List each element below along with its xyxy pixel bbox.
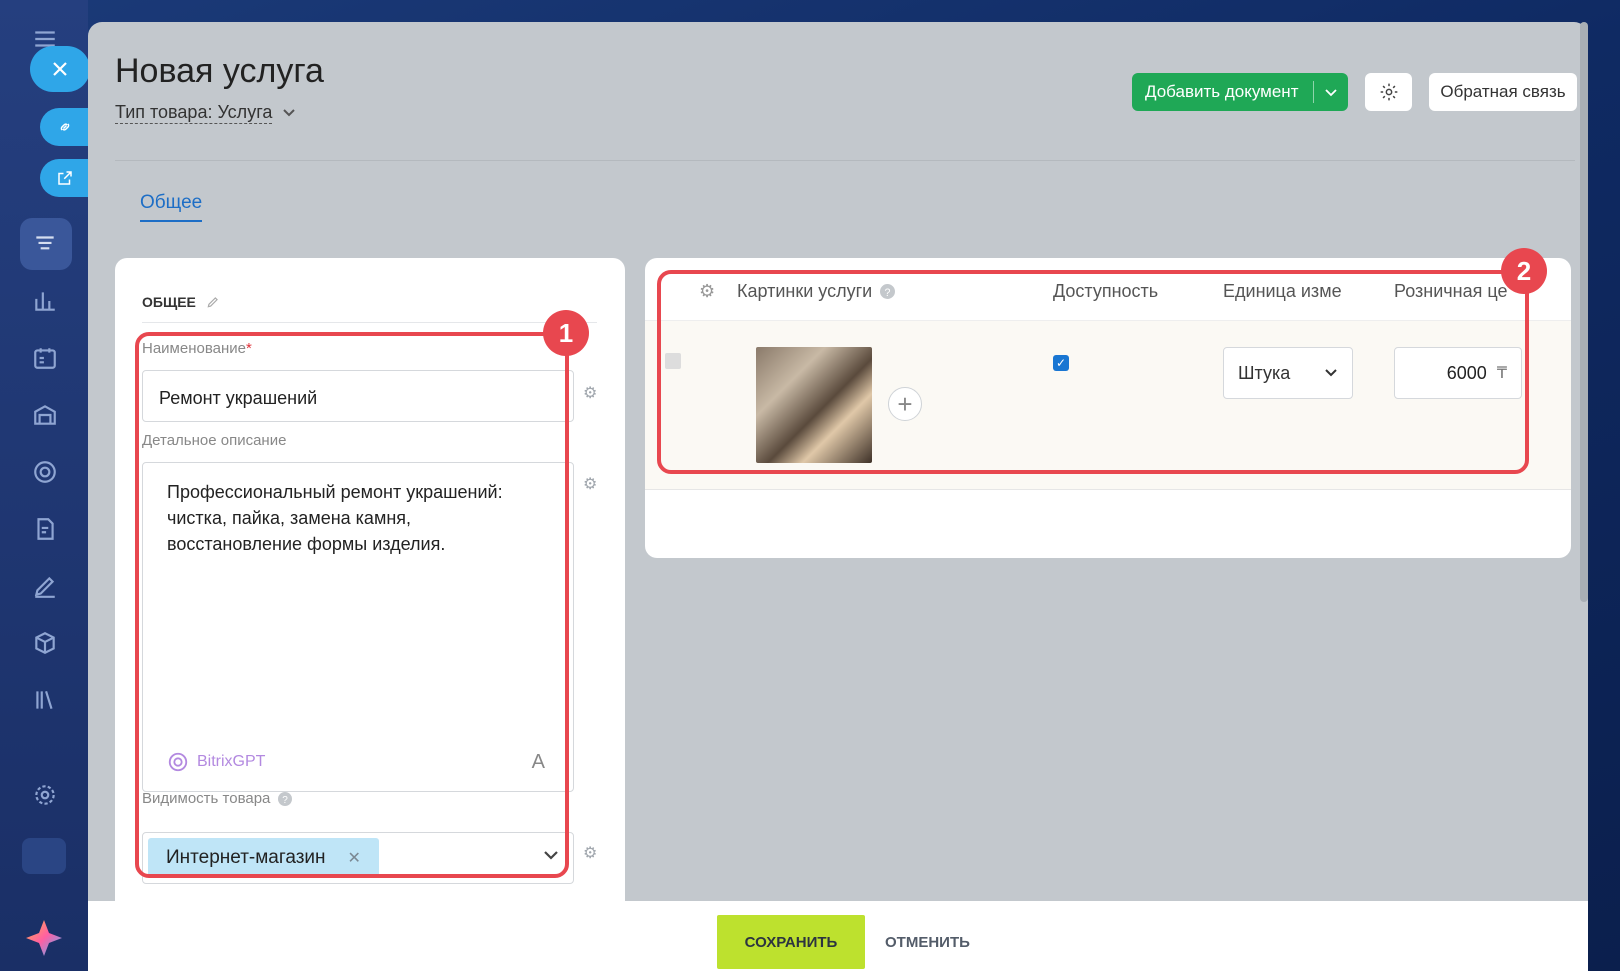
annotation-badge-2: 2 <box>1501 248 1547 294</box>
variations-card: ⚙ Картинки услуги ? Доступность Единица … <box>645 248 1571 558</box>
annotation-badge-1: 1 <box>543 310 589 356</box>
field-settings-icon[interactable]: ⚙ <box>583 843 597 863</box>
field-settings-icon[interactable]: ⚙ <box>583 383 597 403</box>
general-card: ОБЩЕЕ Наименование* Ремонт украшений ⚙ Д… <box>115 258 625 958</box>
close-slider-button[interactable] <box>30 46 90 92</box>
target-icon[interactable] <box>30 457 60 487</box>
document-icon[interactable] <box>30 514 60 544</box>
save-button[interactable]: СОХРАНИТЬ <box>717 915 865 969</box>
settings-button[interactable] <box>1365 73 1412 111</box>
sign-icon[interactable] <box>30 571 60 601</box>
product-type-label: Тип товара: Услуга <box>115 102 273 124</box>
product-type-selector[interactable]: Тип товара: Услуга <box>115 102 296 124</box>
copy-link-button[interactable] <box>40 108 90 146</box>
feedback-button[interactable]: Обратная связь <box>1429 73 1577 111</box>
analytics-icon[interactable] <box>30 286 60 316</box>
section-title: ОБЩЕЕ <box>142 294 196 310</box>
catalog-icon[interactable] <box>30 229 60 259</box>
app-icon[interactable] <box>22 838 66 874</box>
library-icon[interactable] <box>30 685 60 715</box>
footer-bar: СОХРАНИТЬ ОТМЕНИТЬ <box>88 901 1588 971</box>
add-document-dropdown[interactable] <box>1314 84 1348 100</box>
section-header: ОБЩЕЕ <box>142 294 220 310</box>
field-settings-icon[interactable]: ⚙ <box>583 474 597 494</box>
highlight-box-1 <box>135 332 569 878</box>
section-divider <box>142 322 597 323</box>
chevron-down-icon <box>283 109 296 117</box>
box-icon[interactable] <box>30 628 60 658</box>
cancel-button[interactable]: ОТМЕНИТЬ <box>885 915 970 969</box>
chevron-down-icon <box>1325 89 1337 97</box>
close-icon <box>53 62 67 76</box>
scrollbar[interactable] <box>1580 22 1588 602</box>
settings-icon[interactable] <box>30 780 60 810</box>
warehouse-icon[interactable] <box>30 400 60 430</box>
calendar-icon[interactable] <box>30 343 60 373</box>
add-document-label: Добавить документ <box>1145 82 1299 101</box>
header-divider <box>115 160 1575 161</box>
highlight-box-2 <box>657 270 1529 474</box>
external-link-icon <box>58 171 72 185</box>
product-slider-panel: Новая услуга Тип товара: Услуга Добавить… <box>88 22 1588 971</box>
copilot-icon[interactable] <box>24 918 64 958</box>
link-icon <box>60 123 70 131</box>
add-document-button[interactable]: Добавить документ <box>1132 73 1348 111</box>
open-new-window-button[interactable] <box>40 159 90 197</box>
tab-general[interactable]: Общее <box>140 192 203 222</box>
gear-icon <box>1380 83 1397 101</box>
page-title: Новая услуга <box>115 52 324 90</box>
edit-pencil-icon[interactable] <box>206 295 220 309</box>
